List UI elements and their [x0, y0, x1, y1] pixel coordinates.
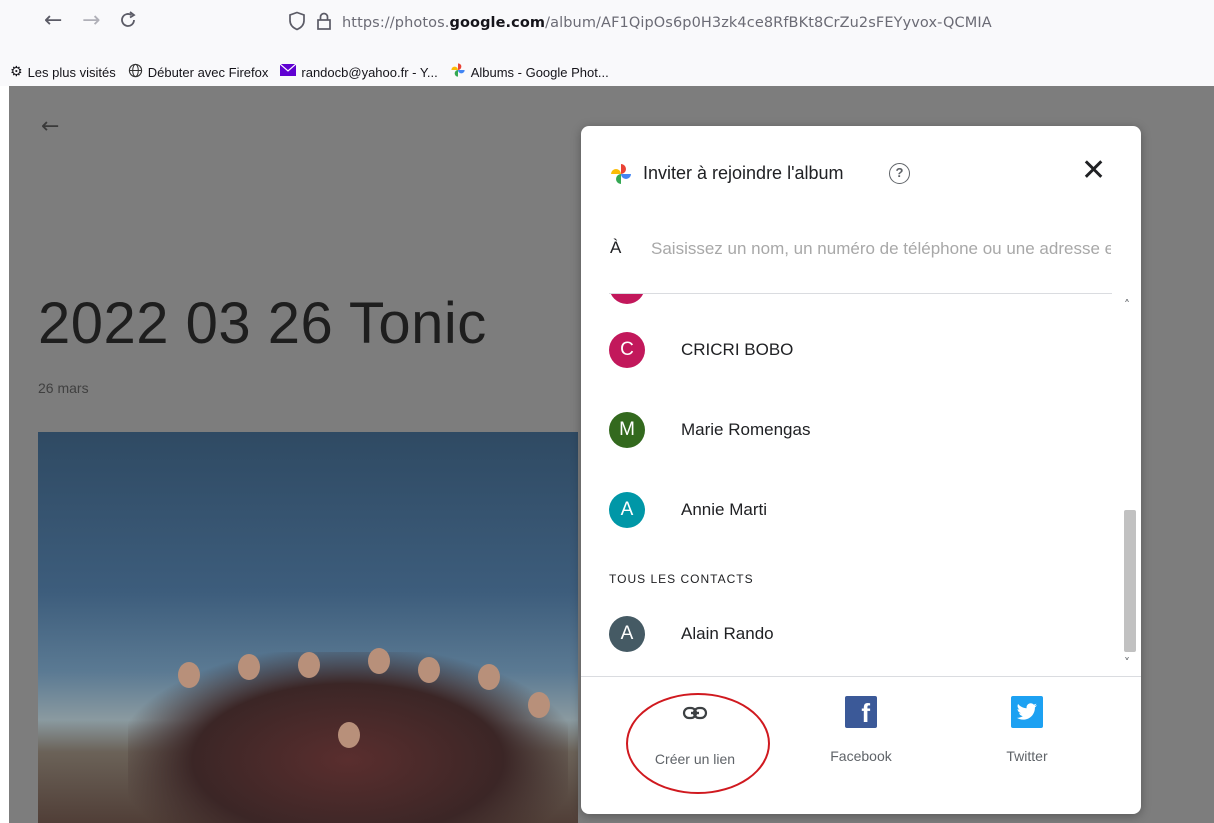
album-title: 2022 03 26 Tonic	[38, 291, 487, 356]
facebook-icon: f	[845, 696, 877, 728]
bookmark-most-visited[interactable]: ⚙ Les plus visités	[10, 64, 116, 80]
bookmark-label: Les plus visités	[27, 64, 116, 80]
close-icon[interactable]: ✕	[1081, 156, 1106, 186]
photo-person	[528, 692, 550, 718]
photo-person	[368, 648, 390, 674]
annotation-circle	[626, 693, 770, 794]
scrollbar[interactable]: ˄ ˅	[1121, 294, 1139, 676]
globe-icon	[128, 63, 143, 82]
avatar: M	[609, 412, 645, 448]
url-bar[interactable]: https://photos.google.com/album/AF1QipOs…	[288, 8, 1188, 38]
contact-name: Annie Marti	[681, 500, 767, 519]
chevron-down-icon[interactable]: ˅	[1124, 656, 1130, 670]
divider	[581, 676, 1141, 677]
bookmark-label: randocb@yahoo.fr - Y...	[301, 64, 438, 80]
back-arrow-icon[interactable]: ←	[41, 114, 59, 139]
contact-name: Marie Romengas	[681, 420, 811, 439]
contact-item[interactable]: C CRICRI BOBO	[609, 330, 1109, 370]
url-prefix: https://photos.	[342, 15, 450, 31]
twitter-share-button[interactable]: Twitter	[967, 696, 1087, 764]
twitter-label: Twitter	[1006, 748, 1048, 764]
mail-icon	[279, 63, 297, 80]
scrollbar-thumb[interactable]	[1124, 510, 1136, 652]
reload-icon[interactable]	[118, 10, 138, 34]
contact-item[interactable]: A Annie Marti	[609, 490, 1109, 530]
forward-arrow-icon[interactable]: →	[82, 10, 100, 32]
bookmark-getting-started[interactable]: Débuter avec Firefox	[128, 63, 269, 82]
lock-icon[interactable]	[316, 11, 332, 36]
bookmark-yahoo-mail[interactable]: randocb@yahoo.fr - Y...	[279, 63, 438, 80]
url-path: /album/AF1QipOs6p0H3zk4ce8RfBKt8CrZu2sFE…	[545, 15, 992, 31]
avatar: A	[609, 492, 645, 528]
photo-person	[298, 652, 320, 678]
facebook-label: Facebook	[830, 748, 892, 764]
photo-person	[418, 657, 440, 683]
twitter-icon	[1011, 696, 1043, 728]
browser-navbar: ← → https://photos.google.com/album/AF1Q…	[0, 0, 1214, 58]
album-date: 26 mars	[38, 380, 89, 396]
recipient-input[interactable]	[651, 231, 1111, 267]
pinwheel-icon	[450, 62, 466, 82]
photo-person	[478, 664, 500, 690]
bookmark-label: Albums - Google Phot...	[470, 64, 609, 80]
contact-name: CRICRI BOBO	[681, 340, 794, 359]
gear-icon: ⚙	[10, 64, 23, 80]
dialog-header: Inviter à rejoindre l'album ? ✕	[581, 126, 1141, 216]
contact-item[interactable]: M Marie Romengas	[609, 410, 1109, 450]
section-label: TOUS LES CONTACTS	[609, 572, 754, 586]
help-icon[interactable]: ?	[889, 163, 910, 184]
avatar	[609, 294, 645, 304]
facebook-share-button[interactable]: f Facebook	[801, 696, 921, 764]
back-arrow-icon[interactable]: ←	[44, 10, 62, 32]
shield-icon[interactable]	[288, 11, 306, 36]
photo-person	[178, 662, 200, 688]
contact-list[interactable]: C CRICRI BOBO M Marie Romengas A Annie M…	[581, 294, 1141, 676]
bookmarks-bar: ⚙ Les plus visités Débuter avec Firefox …	[0, 58, 1214, 86]
url-domain: google.com	[449, 15, 546, 31]
bookmark-label: Débuter avec Firefox	[147, 64, 269, 80]
to-label: À	[610, 238, 622, 257]
chevron-up-icon[interactable]: ˄	[1124, 298, 1130, 312]
google-photos-pinwheel-icon	[611, 164, 631, 184]
avatar: A	[609, 616, 645, 652]
url-text[interactable]: https://photos.google.com/album/AF1QipOs…	[342, 15, 992, 31]
photo-person	[238, 654, 260, 680]
contact-item[interactable]: A Alain Rando	[609, 614, 1109, 654]
dialog-title: Inviter à rejoindre l'album	[643, 163, 844, 183]
bookmark-google-photos[interactable]: Albums - Google Phot...	[450, 62, 609, 82]
contact-name: Alain Rando	[681, 624, 774, 643]
photo-person	[338, 722, 360, 748]
album-cover-photo[interactable]	[38, 432, 578, 823]
avatar: C	[609, 332, 645, 368]
